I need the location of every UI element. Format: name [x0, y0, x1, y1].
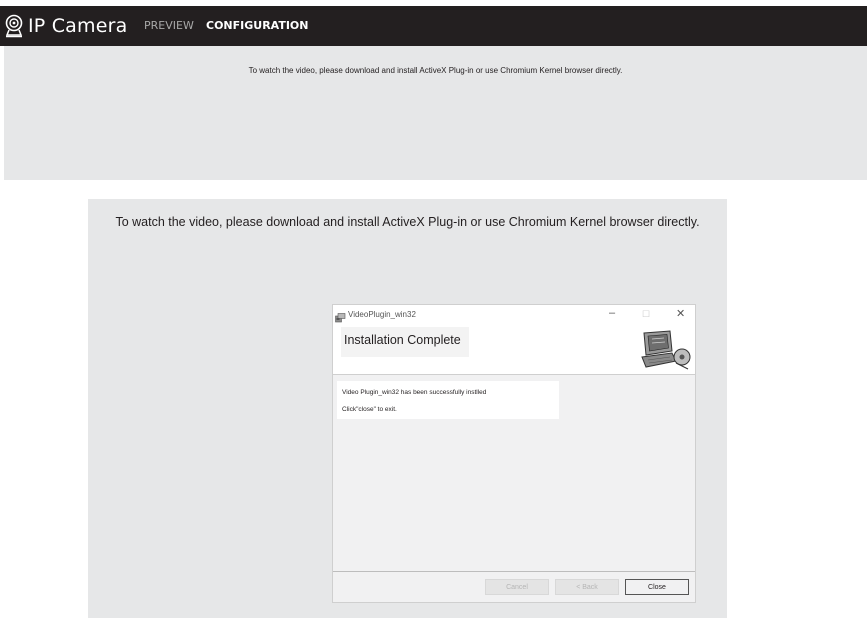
dialog-title: VideoPlugin_win32	[348, 310, 416, 319]
minimize-button[interactable]: –	[609, 307, 615, 319]
dialog-footer: Cancel < Back Close	[333, 572, 695, 602]
dialog-body: Video Plugin_win32 has been successfully…	[333, 375, 695, 571]
installer-icon	[335, 310, 346, 323]
top-nav-bar: IP Camera PREVIEW CONFIGURATION	[0, 6, 867, 46]
close-button[interactable]: Close	[625, 579, 689, 595]
installer-dialog: VideoPlugin_win32 – ☐ ✕ Installation Com…	[332, 304, 696, 603]
plugin-notice-text: To watch the video, please download and …	[248, 66, 623, 75]
plugin-notice-text-enlarged: To watch the video, please download and …	[115, 215, 700, 229]
app-title: IP Camera	[28, 15, 128, 37]
close-window-button[interactable]: ✕	[676, 307, 685, 320]
back-button[interactable]: < Back	[555, 579, 619, 595]
app-logo[interactable]: IP Camera	[4, 11, 127, 41]
success-message: Video Plugin_win32 has been successfully…	[342, 389, 487, 396]
dialog-heading: Installation Complete	[344, 333, 461, 347]
nav-tab-configuration[interactable]: CONFIGURATION	[206, 19, 308, 32]
computer-installer-icon	[636, 329, 694, 371]
video-area-panel: To watch the video, please download and …	[4, 46, 867, 180]
exit-instruction: Click"close" to exit.	[342, 406, 397, 413]
webcam-icon	[4, 14, 24, 38]
cancel-button[interactable]: Cancel	[485, 579, 549, 595]
maximize-button[interactable]: ☐	[642, 309, 650, 320]
status-message-box: Video Plugin_win32 has been successfully…	[337, 381, 559, 419]
nav-tab-preview[interactable]: PREVIEW	[144, 19, 194, 32]
